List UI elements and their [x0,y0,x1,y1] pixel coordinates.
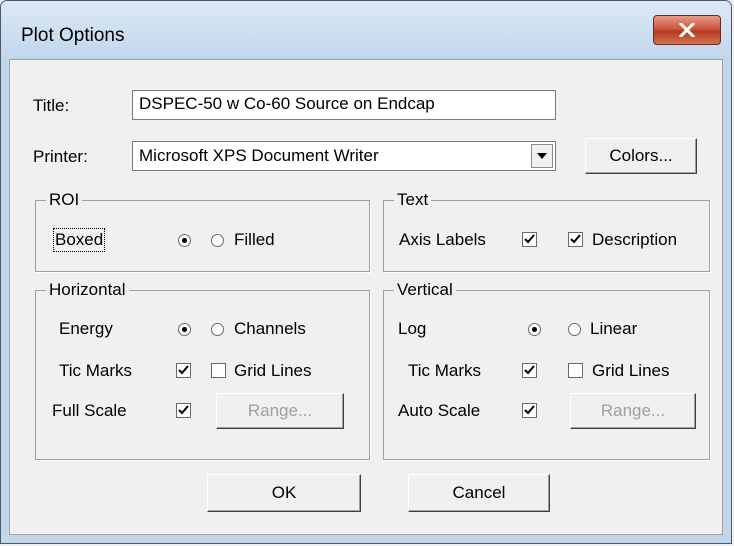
checkmark-icon [524,234,535,244]
channels-radio[interactable] [211,323,224,336]
h-tic-marks-checkbox[interactable] [176,363,191,378]
vertical-legend: Vertical [394,280,456,300]
full-scale-label[interactable]: Full Scale [52,401,127,421]
h-tic-marks-label[interactable]: Tic Marks [59,361,132,381]
v-range-button[interactable]: Range... [570,393,696,429]
auto-scale-label[interactable]: Auto Scale [398,401,480,421]
axis-labels-checkbox[interactable] [522,232,537,247]
roi-boxed-radio[interactable] [178,234,191,247]
roi-boxed-label[interactable]: Boxed [52,228,106,252]
auto-scale-checkbox[interactable] [522,403,537,418]
chevron-down-icon [537,153,547,159]
roi-filled-label[interactable]: Filled [234,230,275,250]
description-label[interactable]: Description [592,230,677,250]
full-scale-checkbox[interactable] [176,403,191,418]
title-label: Title: [33,96,70,115]
title-bar[interactable]: Plot Options [1,1,731,59]
log-radio[interactable] [528,323,541,336]
linear-label[interactable]: Linear [590,319,637,339]
v-tic-marks-checkbox[interactable] [522,363,537,378]
checkmark-icon [570,234,581,244]
h-grid-lines-checkbox[interactable] [211,363,226,378]
axis-labels-label[interactable]: Axis Labels [399,230,486,250]
checkmark-icon [178,365,189,375]
h-grid-lines-label[interactable]: Grid Lines [234,361,311,381]
channels-label[interactable]: Channels [234,319,306,339]
roi-filled-radio[interactable] [211,234,224,247]
checkmark-icon [178,405,189,415]
title-input[interactable]: DSPEC-50 w Co-60 Source on Endcap [132,90,556,120]
cancel-button[interactable]: Cancel [408,474,550,512]
linear-radio[interactable] [568,323,581,336]
checkmark-icon [524,365,535,375]
printer-select-value: Microsoft XPS Document Writer [139,146,379,165]
v-grid-lines-checkbox[interactable] [568,363,583,378]
energy-label[interactable]: Energy [59,319,113,339]
horizontal-legend: Horizontal [46,280,129,300]
energy-radio[interactable] [178,323,191,336]
text-legend: Text [394,190,432,210]
horizontal-group: Horizontal Energy Channels Tic Marks Gri… [35,280,370,460]
checkmark-icon [524,405,535,415]
close-icon [679,23,695,37]
window-title: Plot Options [21,25,125,46]
description-checkbox[interactable] [568,232,583,247]
text-group: Text Axis Labels Description [383,190,710,272]
ok-button[interactable]: OK [207,474,361,512]
roi-legend: ROI [46,190,83,210]
dropdown-button[interactable] [531,144,553,168]
close-button[interactable] [653,15,721,45]
vertical-group: Vertical Log Linear Tic Marks Grid Lines… [383,280,710,460]
plot-options-window: Plot Options Title: DSPEC-50 w Co-60 Sou… [0,0,732,544]
printer-label: Printer: [33,147,88,166]
v-tic-marks-label[interactable]: Tic Marks [408,361,481,381]
v-grid-lines-label[interactable]: Grid Lines [592,361,669,381]
roi-group: ROI Boxed Filled [35,190,370,272]
h-range-button[interactable]: Range... [216,393,344,429]
log-label[interactable]: Log [398,319,426,339]
dialog-client-area: Title: DSPEC-50 w Co-60 Source on Endcap… [9,59,723,535]
printer-select[interactable]: Microsoft XPS Document Writer [132,141,556,171]
colors-button[interactable]: Colors... [585,138,697,174]
